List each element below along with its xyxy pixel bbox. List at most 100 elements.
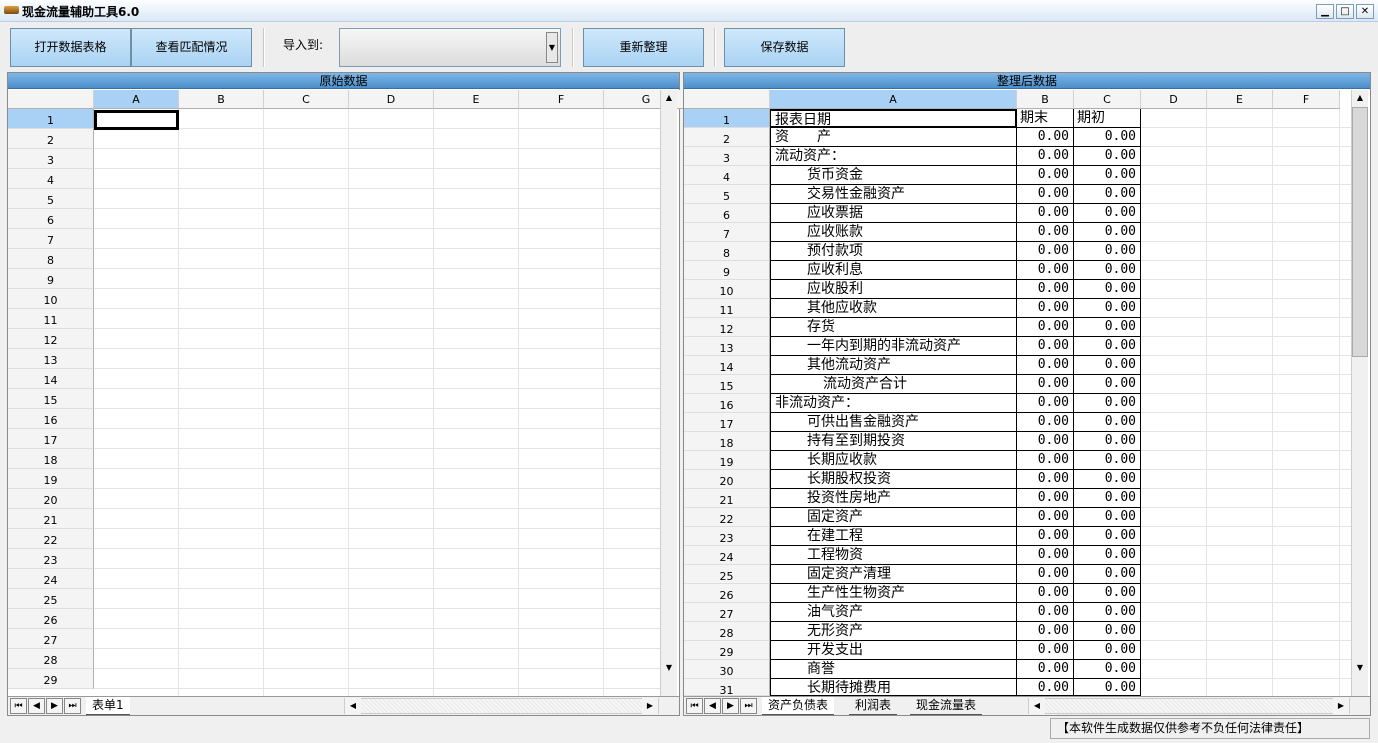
vertical-scrollbar[interactable]: ▲ ▼ bbox=[660, 90, 677, 696]
column-header-D[interactable]: D bbox=[349, 90, 434, 109]
horizontal-scrollbar[interactable]: ◀ ▶ bbox=[344, 698, 659, 714]
row-header[interactable]: 21 bbox=[8, 509, 94, 529]
sheet-nav-first-icon[interactable]: ⏮ bbox=[686, 698, 703, 714]
cell-period-end[interactable]: 0.00 bbox=[1017, 375, 1074, 394]
cell-period-end[interactable]: 0.00 bbox=[1017, 641, 1074, 660]
cell-period-start[interactable]: 0.00 bbox=[1074, 584, 1141, 603]
cell-period-end[interactable]: 0.00 bbox=[1017, 185, 1074, 204]
scroll-down-icon[interactable]: ▼ bbox=[1352, 660, 1368, 676]
row-header[interactable]: 14 bbox=[8, 369, 94, 389]
column-header-B[interactable]: B bbox=[1017, 90, 1074, 109]
row-header[interactable]: 31 bbox=[684, 679, 770, 697]
column-header-C[interactable]: C bbox=[1074, 90, 1141, 109]
row-header[interactable]: 6 bbox=[8, 209, 94, 229]
sheet-nav-prev-icon[interactable]: ◀ bbox=[28, 698, 45, 714]
row-header[interactable]: 25 bbox=[8, 589, 94, 609]
row-header[interactable]: 17 bbox=[8, 429, 94, 449]
scroll-left-icon[interactable]: ◀ bbox=[345, 698, 361, 714]
row-header[interactable]: 13 bbox=[684, 337, 770, 356]
cell-period-end[interactable]: 0.00 bbox=[1017, 603, 1074, 622]
cell-item-name[interactable]: 工程物资 bbox=[770, 546, 1017, 565]
row-header[interactable]: 7 bbox=[684, 223, 770, 242]
cell-item-name[interactable]: 开发支出 bbox=[770, 641, 1017, 660]
row-header[interactable]: 11 bbox=[8, 309, 94, 329]
cell-period-end[interactable]: 0.00 bbox=[1017, 242, 1074, 261]
row-header[interactable]: 23 bbox=[8, 549, 94, 569]
cell-period-start[interactable]: 0.00 bbox=[1074, 394, 1141, 413]
cell-period-start[interactable]: 0.00 bbox=[1074, 147, 1141, 166]
row-header[interactable]: 9 bbox=[8, 269, 94, 289]
cell-item-name[interactable]: 流动资产合计 bbox=[770, 375, 1017, 394]
row-header[interactable]: 19 bbox=[8, 469, 94, 489]
row-header[interactable]: 2 bbox=[684, 128, 770, 147]
scroll-up-icon[interactable]: ▲ bbox=[1352, 90, 1368, 106]
scroll-left-icon[interactable]: ◀ bbox=[1029, 698, 1045, 714]
cell-period-end[interactable]: 0.00 bbox=[1017, 280, 1074, 299]
cell-item-name[interactable]: 油气资产 bbox=[770, 603, 1017, 622]
cell-period-start[interactable]: 0.00 bbox=[1074, 166, 1141, 185]
cell-period-end[interactable]: 0.00 bbox=[1017, 147, 1074, 166]
open-spreadsheet-button[interactable]: 打开数据表格 bbox=[10, 28, 131, 67]
sheet-nav-first-icon[interactable]: ⏮ bbox=[10, 698, 27, 714]
cell-item-name[interactable]: 应收股利 bbox=[770, 280, 1017, 299]
sheet-tab[interactable]: 表单1 bbox=[86, 697, 130, 715]
cell-item-name[interactable]: 一年内到期的非流动资产 bbox=[770, 337, 1017, 356]
sheet-tab[interactable]: 利润表 bbox=[849, 697, 898, 715]
row-header[interactable]: 20 bbox=[8, 489, 94, 509]
row-header[interactable]: 16 bbox=[684, 394, 770, 413]
cell-period-start[interactable]: 0.00 bbox=[1074, 641, 1141, 660]
row-header[interactable]: 3 bbox=[684, 147, 770, 166]
cell-item-name[interactable]: 长期股权投资 bbox=[770, 470, 1017, 489]
cell-period-start[interactable]: 0.00 bbox=[1074, 432, 1141, 451]
cell-period-start[interactable]: 0.00 bbox=[1074, 508, 1141, 527]
scroll-down-icon[interactable]: ▼ bbox=[661, 660, 677, 676]
sheet-nav-next-icon[interactable]: ▶ bbox=[46, 698, 63, 714]
cell-item-name[interactable]: 货币资金 bbox=[770, 166, 1017, 185]
chevron-down-icon[interactable]: ▼ bbox=[546, 32, 558, 63]
row-header[interactable]: 4 bbox=[684, 166, 770, 185]
cell-item-name[interactable]: 商誉 bbox=[770, 660, 1017, 679]
cell-period-end[interactable]: 0.00 bbox=[1017, 679, 1074, 696]
cell-item-name[interactable]: 流动资产： bbox=[770, 147, 1017, 166]
minimize-button[interactable]: ▁ bbox=[1316, 4, 1334, 19]
cell-period-start[interactable]: 0.00 bbox=[1074, 318, 1141, 337]
column-header-B[interactable]: B bbox=[179, 90, 264, 109]
column-header-E[interactable]: E bbox=[1207, 90, 1273, 109]
row-header[interactable]: 24 bbox=[8, 569, 94, 589]
cell-period-end[interactable]: 0.00 bbox=[1017, 451, 1074, 470]
column-header-C[interactable]: C bbox=[264, 90, 349, 109]
cell-period-end[interactable]: 0.00 bbox=[1017, 204, 1074, 223]
select-all-corner[interactable] bbox=[8, 90, 94, 109]
scroll-right-icon[interactable]: ▶ bbox=[642, 698, 658, 714]
cell-period-end[interactable]: 0.00 bbox=[1017, 223, 1074, 242]
cell-period-start[interactable]: 0.00 bbox=[1074, 185, 1141, 204]
cell-period-start[interactable]: 0.00 bbox=[1074, 337, 1141, 356]
row-header[interactable]: 16 bbox=[8, 409, 94, 429]
cell-period-start[interactable]: 0.00 bbox=[1074, 679, 1141, 696]
row-header[interactable]: 5 bbox=[8, 189, 94, 209]
cell-item-name[interactable]: 长期应收款 bbox=[770, 451, 1017, 470]
cell-item-name[interactable]: 在建工程 bbox=[770, 527, 1017, 546]
row-header[interactable]: 7 bbox=[8, 229, 94, 249]
row-header[interactable]: 29 bbox=[684, 641, 770, 660]
cell-period-start[interactable]: 0.00 bbox=[1074, 622, 1141, 641]
row-header[interactable]: 10 bbox=[684, 280, 770, 299]
cell-item-name[interactable]: 存货 bbox=[770, 318, 1017, 337]
row-header[interactable]: 28 bbox=[684, 622, 770, 641]
view-match-button[interactable]: 查看匹配情况 bbox=[131, 28, 252, 67]
cell-period-start[interactable]: 0.00 bbox=[1074, 242, 1141, 261]
cell-period-end[interactable]: 0.00 bbox=[1017, 413, 1074, 432]
cell-period-start[interactable]: 0.00 bbox=[1074, 204, 1141, 223]
row-header[interactable]: 25 bbox=[684, 565, 770, 584]
cell-item-name[interactable]: 其他应收款 bbox=[770, 299, 1017, 318]
row-header[interactable]: 14 bbox=[684, 356, 770, 375]
cell-period-end[interactable]: 0.00 bbox=[1017, 166, 1074, 185]
cell-period-start[interactable]: 0.00 bbox=[1074, 603, 1141, 622]
column-header-A[interactable]: A bbox=[770, 90, 1017, 109]
save-data-button[interactable]: 保存数据 bbox=[724, 28, 845, 67]
cell-period-end[interactable]: 0.00 bbox=[1017, 432, 1074, 451]
row-header[interactable]: 30 bbox=[684, 660, 770, 679]
cell-period-end[interactable]: 0.00 bbox=[1017, 261, 1074, 280]
cell-item-name[interactable]: 交易性金融资产 bbox=[770, 185, 1017, 204]
cell-item-name[interactable]: 无形资产 bbox=[770, 622, 1017, 641]
